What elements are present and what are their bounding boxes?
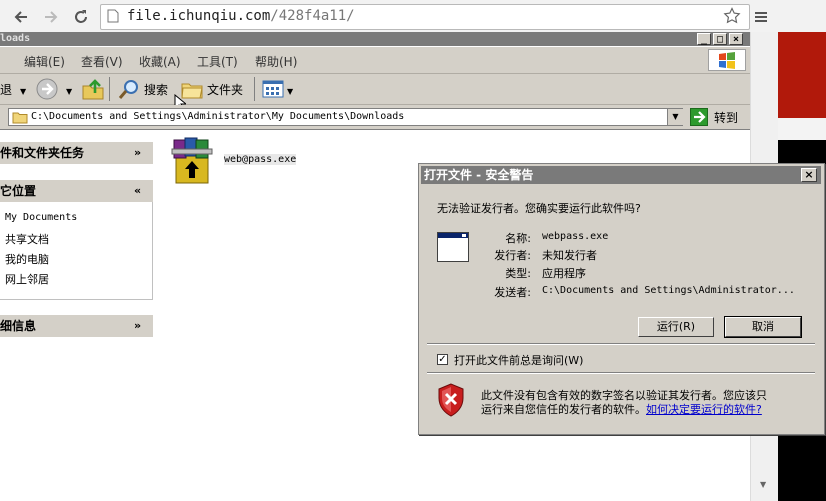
shield-warning-icon (437, 383, 465, 417)
forward-button-icon[interactable] (35, 78, 59, 100)
place-shared-documents[interactable]: 共享文档 (5, 231, 49, 247)
path-text: C:\Documents and Settings\Administrator\… (31, 111, 405, 122)
page-icon (107, 9, 119, 23)
go-button[interactable]: 转到 (714, 109, 738, 126)
warning-text-line2: 运行来自您信任的发行者的软件。如何决定要运行的软件? (481, 401, 762, 417)
details-panel-header[interactable]: 细信息 » (0, 315, 153, 337)
folder-icon (12, 111, 28, 124)
cancel-button[interactable]: 取消 (724, 316, 802, 338)
place-network[interactable]: 网上邻居 (5, 271, 49, 287)
views-icon[interactable] (262, 80, 284, 98)
file-name: web@pass.exe (224, 154, 297, 165)
warning-text-line2-body: 运行来自您信任的发行者的软件。 (481, 403, 646, 416)
dialog-separator (427, 343, 815, 345)
maximize-button[interactable]: □ (713, 33, 727, 45)
up-folder-icon[interactable] (81, 78, 105, 100)
close-button[interactable]: × (729, 33, 743, 45)
address-bar[interactable]: file.ichunqiu.com/428f4a11/ (100, 4, 750, 30)
from-value: C:\Documents and Settings\Administrator.… (542, 285, 795, 296)
folders-button[interactable]: 文件夹 (207, 81, 243, 98)
places-panel-title: 它位置 (0, 184, 37, 198)
back-button[interactable]: 退 (0, 81, 12, 98)
place-my-computer[interactable]: 我的电脑 (5, 251, 49, 267)
toolbar-divider-2 (254, 77, 255, 101)
collapse-chevron-icon[interactable]: « (134, 180, 141, 202)
run-button[interactable]: 运行(R) (638, 317, 714, 337)
name-label: 名称: (505, 232, 531, 245)
dialog-question: 无法验证发行者。您确实要运行此软件吗? (437, 202, 641, 215)
menu-favorites[interactable]: 收藏(A) (139, 53, 181, 70)
type-value: 应用程序 (542, 267, 586, 280)
how-to-decide-link[interactable]: 如何决定要运行的软件? (646, 403, 762, 416)
always-ask-label[interactable]: 打开此文件前总是询问(W) (454, 352, 583, 368)
publisher-label: 发行者: (494, 249, 531, 262)
menu-icon[interactable] (750, 6, 772, 28)
toolbar-divider (109, 77, 110, 101)
task-pane: 件和文件夹任务 » 它位置 « My Documents 共享文档 我的电脑 网… (0, 130, 160, 501)
dialog-close-button[interactable]: × (801, 168, 817, 182)
tasks-panel-header[interactable]: 件和文件夹任务 » (0, 142, 153, 164)
tasks-panel-title: 件和文件夹任务 (0, 146, 85, 160)
name-value: webpass.exe (542, 231, 609, 242)
star-icon[interactable] (723, 7, 741, 25)
minimize-button[interactable]: _ (697, 33, 711, 45)
type-label: 类型: (505, 267, 531, 280)
dialog-separator-2 (427, 372, 815, 374)
desktop-window-red (778, 32, 826, 118)
reload-icon[interactable] (70, 6, 92, 28)
back-arrow-icon[interactable] (10, 6, 32, 28)
menu-bar: 编辑(E) 查看(V) 收藏(A) 工具(T) 帮助(H) (0, 47, 750, 74)
place-my-documents[interactable]: My Documents (5, 212, 77, 223)
browser-toolbar: file.ichunqiu.com/428f4a11/ (0, 0, 826, 33)
search-icon[interactable] (117, 78, 141, 100)
forward-dropdown-icon[interactable]: ▼ (66, 87, 72, 96)
back-dropdown-icon[interactable]: ▼ (20, 87, 26, 96)
path-dropdown-icon[interactable]: ▼ (667, 109, 683, 125)
url-text: file.ichunqiu.com/428f4a11/ (127, 8, 355, 24)
places-panel-header[interactable]: 它位置 « (0, 180, 153, 202)
expand-chevron-icon-2[interactable]: » (134, 315, 141, 337)
places-panel-body: My Documents 共享文档 我的电脑 网上邻居 (0, 202, 153, 300)
explorer-title: loads (0, 33, 31, 44)
winrar-archive-icon (170, 137, 214, 185)
scroll-down-icon[interactable]: ▼ (760, 480, 766, 489)
menu-help[interactable]: 帮助(H) (255, 53, 297, 70)
menu-view[interactable]: 查看(V) (81, 53, 123, 70)
from-label: 发送者: (494, 286, 531, 299)
expand-chevron-icon[interactable]: » (134, 142, 141, 164)
details-panel-title: 细信息 (0, 319, 37, 333)
search-button[interactable]: 搜索 (144, 81, 168, 98)
url-path: /428f4a11/ (270, 8, 355, 24)
always-ask-checkbox[interactable]: ✓ (437, 354, 448, 365)
explorer-title-bar[interactable]: loads _ □ × (0, 32, 750, 46)
publisher-value: 未知发行者 (542, 249, 597, 262)
explorer-toolbar: 退 ▼ ▼ 搜索 文件夹 ▼ (0, 74, 750, 112)
path-input[interactable]: C:\Documents and Settings\Administrator\… (8, 108, 683, 126)
menu-tools[interactable]: 工具(T) (197, 53, 238, 70)
dialog-title: 打开文件 - 安全警告 (424, 168, 534, 182)
desktop-window-strip (778, 118, 826, 140)
views-dropdown-icon[interactable]: ▼ (287, 87, 293, 96)
windows-logo-icon (708, 49, 746, 71)
application-icon (437, 232, 469, 262)
menu-edit[interactable]: 编辑(E) (24, 53, 65, 70)
file-item[interactable]: web@pass.exe (170, 137, 310, 187)
go-arrow-icon[interactable] (690, 108, 708, 126)
address-toolbar: C:\Documents and Settings\Administrator\… (0, 105, 750, 130)
forward-arrow-icon[interactable] (40, 6, 62, 28)
url-host: file.ichunqiu.com (127, 8, 271, 24)
dialog-title-bar[interactable]: 打开文件 - 安全警告 × (421, 166, 821, 184)
security-warning-dialog: 打开文件 - 安全警告 × 无法验证发行者。您确实要运行此软件吗? 名称: we… (418, 163, 825, 435)
